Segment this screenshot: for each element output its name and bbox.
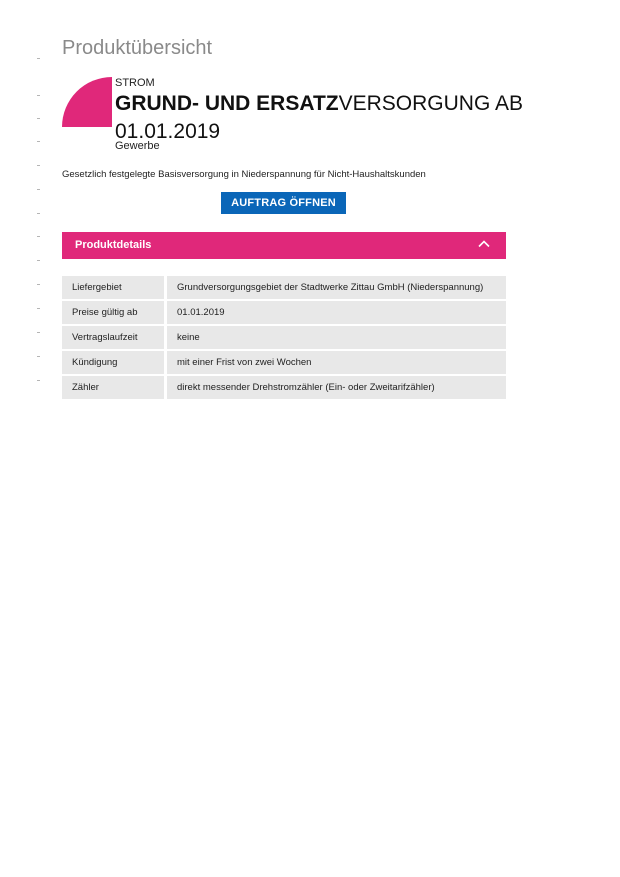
detail-value: 01.01.2019: [167, 301, 506, 324]
product-kicker: STROM: [115, 77, 155, 89]
detail-label: Kündigung: [62, 351, 167, 374]
table-row: Vertragslaufzeit keine: [62, 326, 506, 349]
detail-value: mit einer Frist von zwei Wochen: [167, 351, 506, 374]
table-row: Liefergebiet Grundversorgungsgebiet der …: [62, 276, 506, 299]
page-title: Produktübersicht: [62, 37, 213, 59]
product-details-title: Produktdetails: [75, 239, 152, 251]
detail-value: Grundversorgungsgebiet der Stadtwerke Zi…: [167, 276, 506, 299]
product-title: GRUND- UND ERSATZVERSORGUNG AB 01.01.201…: [115, 90, 535, 146]
table-row: Zähler direkt messender Drehstromzähler …: [62, 376, 506, 399]
detail-value: keine: [167, 326, 506, 349]
detail-label: Zähler: [62, 376, 167, 399]
detail-value: direkt messender Drehstromzähler (Ein- o…: [167, 376, 506, 399]
product-details-table: Liefergebiet Grundversorgungsgebiet der …: [62, 274, 506, 401]
product-details-header[interactable]: Produktdetails: [62, 232, 506, 259]
chevron-up-icon[interactable]: [478, 238, 490, 250]
detail-label: Vertragslaufzeit: [62, 326, 167, 349]
product-segment: Gewerbe: [115, 140, 160, 152]
product-description: Gesetzlich festgelegte Basisversorgung i…: [62, 169, 426, 180]
open-order-button[interactable]: AUFTRAG ÖFFNEN: [221, 192, 346, 214]
product-title-strong: GRUND- UND ERSATZ: [115, 92, 339, 115]
detail-label: Liefergebiet: [62, 276, 167, 299]
table-row: Kündigung mit einer Frist von zwei Woche…: [62, 351, 506, 374]
brand-shape: [62, 77, 112, 127]
detail-label: Preise gültig ab: [62, 301, 167, 324]
table-row: Preise gültig ab 01.01.2019: [62, 301, 506, 324]
